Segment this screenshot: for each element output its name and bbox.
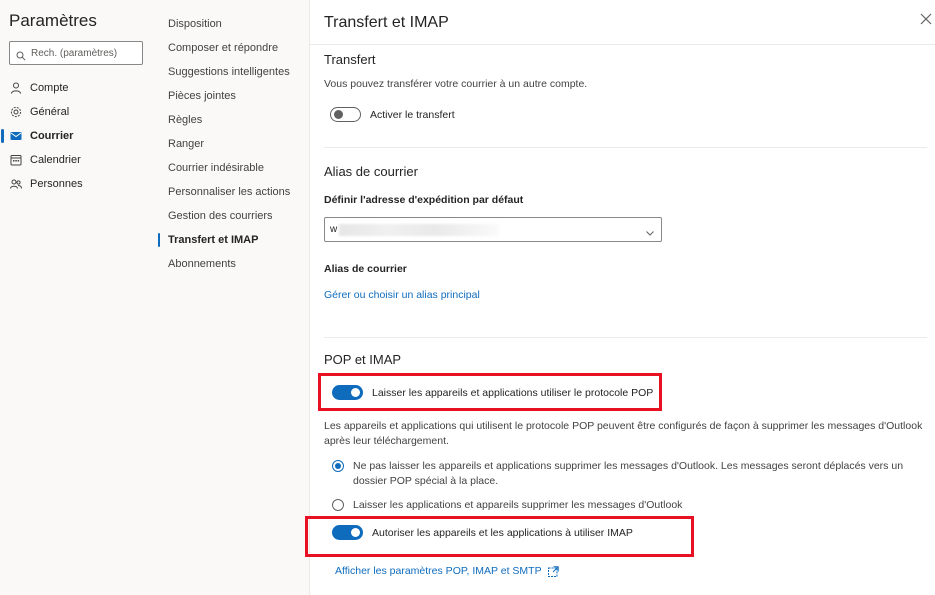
subcategory-disposition[interactable]: Disposition xyxy=(155,12,310,36)
imap-toggle[interactable] xyxy=(332,525,363,540)
category-calendrier[interactable]: Calendrier xyxy=(0,148,155,172)
subcategory-regles[interactable]: Règles xyxy=(155,108,310,132)
imap-toggle-label: Autoriser les appareils et les applicati… xyxy=(372,526,633,539)
radio-allow-delete[interactable] xyxy=(332,499,344,511)
settings-search-box[interactable] xyxy=(9,41,143,65)
forwarding-toggle-label: Activer le transfert xyxy=(370,108,455,121)
default-from-select[interactable]: w xyxy=(324,217,662,242)
mail-icon xyxy=(10,130,22,142)
settings-search-input[interactable] xyxy=(31,47,136,59)
settings-link-label: Afficher les paramètres POP, IMAP et SMT… xyxy=(335,565,542,577)
category-label: Compte xyxy=(30,82,69,94)
category-courrier[interactable]: Courrier xyxy=(0,124,155,148)
category-personnes[interactable]: Personnes xyxy=(0,172,155,196)
toggle-knob xyxy=(334,110,343,119)
subcategory-transfert-imap[interactable]: Transfert et IMAP xyxy=(155,228,310,252)
subcategory-pane: Disposition Composer et répondre Suggest… xyxy=(155,0,310,595)
redacted-email xyxy=(339,224,499,236)
category-compte[interactable]: Compte xyxy=(0,76,155,100)
alias-label: Alias de courrier xyxy=(324,263,407,275)
default-from-value: w xyxy=(330,224,338,235)
toggle-knob xyxy=(351,528,360,537)
forwarding-description: Vous pouvez transférer votre courrier à … xyxy=(324,78,588,90)
category-general[interactable]: Général xyxy=(0,100,155,124)
calendar-icon xyxy=(10,154,22,166)
pop-toggle-row: Laisser les appareils et applications ut… xyxy=(332,385,653,400)
settings-title: Paramètres xyxy=(9,11,97,30)
subcategory-ranger[interactable]: Ranger xyxy=(155,132,310,156)
radio-row-no-delete: Ne pas laisser les appareils et applicat… xyxy=(332,459,913,489)
default-from-label: Définir l'adresse d'expédition par défau… xyxy=(324,194,524,206)
forwarding-section-title: Transfert xyxy=(324,52,376,67)
alias-section-title: Alias de courrier xyxy=(324,164,418,179)
close-icon xyxy=(919,13,933,30)
vertical-scrollbar[interactable] xyxy=(929,45,935,595)
subcategory-indesirable[interactable]: Courrier indésirable xyxy=(155,156,310,180)
radio-no-delete-label: Ne pas laisser les appareils et applicat… xyxy=(353,460,904,487)
forwarding-toggle-row: Activer le transfert xyxy=(330,107,455,122)
subcategory-personnaliser-actions[interactable]: Personnaliser les actions xyxy=(155,180,310,204)
toggle-knob xyxy=(351,388,360,397)
pop-toggle-label: Laisser les appareils et applications ut… xyxy=(372,386,654,399)
open-in-new-icon xyxy=(547,565,559,577)
pop-imap-smtp-settings-link[interactable]: Afficher les paramètres POP, IMAP et SMT… xyxy=(335,565,559,577)
section-divider xyxy=(324,337,927,338)
gear-icon xyxy=(10,106,22,118)
radio-allow-delete-label: Laisser les applications et appareils su… xyxy=(353,499,683,511)
manage-alias-link[interactable]: Gérer ou choisir un alias principal xyxy=(324,289,480,301)
section-divider xyxy=(324,147,927,148)
pop-imap-section-title: POP et IMAP xyxy=(324,352,402,367)
radio-no-delete[interactable] xyxy=(332,460,344,472)
settings-content-pane: Transfert et IMAP Transfert Vous pouvez … xyxy=(310,0,935,595)
chevron-down-icon xyxy=(645,225,655,236)
category-label: Général xyxy=(30,106,70,118)
subcategory-suggestions[interactable]: Suggestions intelligentes xyxy=(155,60,310,84)
search-icon xyxy=(16,48,26,61)
category-label: Courrier xyxy=(30,130,74,142)
pop-toggle[interactable] xyxy=(332,385,363,400)
people-icon xyxy=(10,178,22,190)
subcategory-list: Disposition Composer et répondre Suggest… xyxy=(155,12,310,276)
imap-toggle-row: Autoriser les appareils et les applicati… xyxy=(332,525,633,540)
subcategory-abonnements[interactable]: Abonnements xyxy=(155,252,310,276)
subcategory-pieces-jointes[interactable]: Pièces jointes xyxy=(155,84,310,108)
settings-nav-pane: Paramètres Compte Général Courrier xyxy=(0,0,155,595)
forwarding-toggle[interactable] xyxy=(330,107,361,122)
person-icon xyxy=(10,82,22,94)
category-label: Calendrier xyxy=(30,154,81,166)
page-title: Transfert et IMAP xyxy=(324,14,449,31)
radio-row-allow-delete: Laisser les applications et appareils su… xyxy=(332,498,913,513)
category-list: Compte Général Courrier Calendrier Perso… xyxy=(0,76,155,196)
close-button[interactable] xyxy=(919,12,935,30)
subcategory-gestion-courriers[interactable]: Gestion des courriers xyxy=(155,204,310,228)
category-label: Personnes xyxy=(30,178,83,190)
header-divider xyxy=(310,44,935,45)
pop-description: Les appareils et applications qui utilis… xyxy=(324,420,923,447)
subcategory-composer[interactable]: Composer et répondre xyxy=(155,36,310,60)
